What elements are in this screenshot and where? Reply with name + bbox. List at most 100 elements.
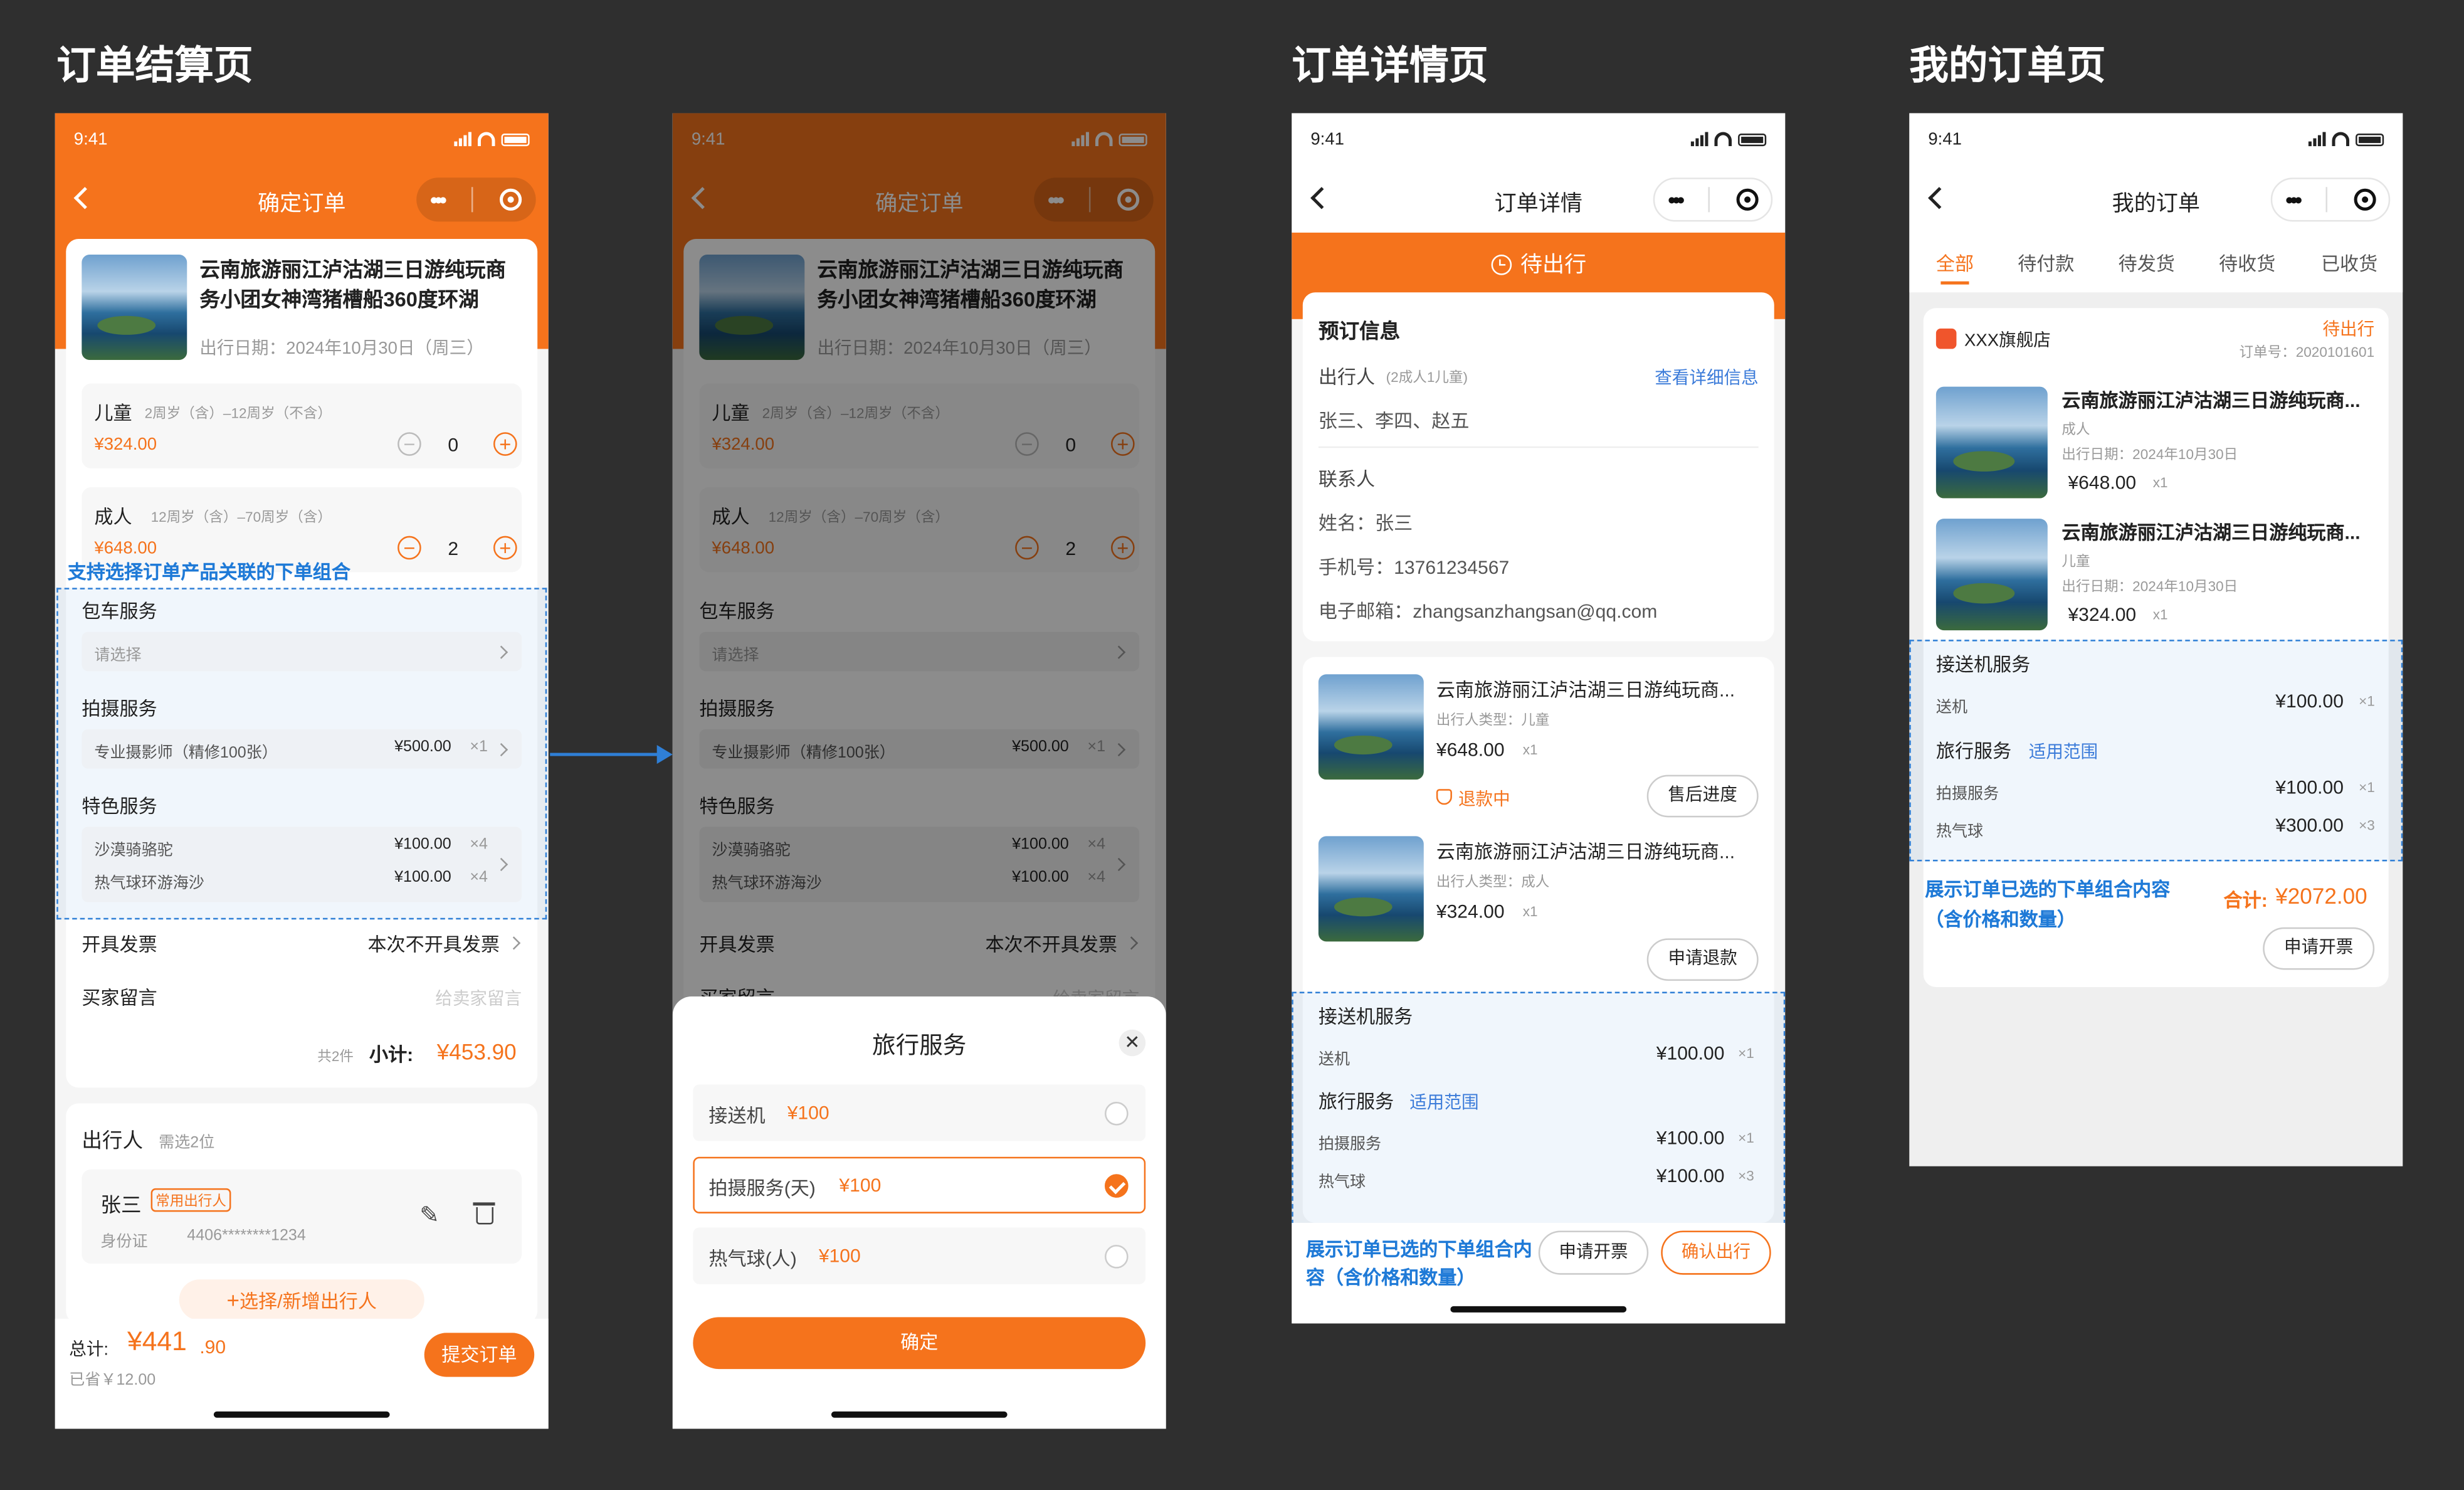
tab-all[interactable]: 全部 [1936, 250, 1974, 277]
more-icon[interactable]: ••• [430, 187, 447, 212]
plus-icon: + [226, 1287, 240, 1313]
balloon-price: ¥300.00 [2275, 814, 2344, 837]
radio-unchecked-icon [1104, 1245, 1129, 1269]
special-select[interactable]: 沙漠骑骆驼 ¥100.00 ×4 热气球环游海沙 ¥100.00 ×4 [82, 827, 522, 902]
more-icon[interactable]: ••• [2285, 187, 2302, 212]
home-indicator [213, 1411, 390, 1418]
traveler-card: 出行人 需选2位 张三 常用出行人 身份证 4406********1234 ✎… [66, 1103, 538, 1324]
signal-icon [2308, 132, 2326, 147]
invoice-button[interactable]: 申请开票 [2263, 927, 2375, 970]
adult-plus-button[interactable]: + [493, 536, 517, 560]
message-row[interactable]: 买家留言 给卖家留言 [66, 979, 537, 1017]
delete-icon[interactable] [476, 1207, 494, 1225]
order-status: 待出行 [1520, 251, 1587, 277]
tab-pending-ship[interactable]: 待发货 [2119, 250, 2175, 277]
option-balloon[interactable]: 热气球(人) ¥100 [693, 1227, 1146, 1284]
pickup-price: ¥100.00 [1656, 1042, 1725, 1064]
more-icon[interactable]: ••• [1668, 187, 1685, 212]
photo-qty: ×1 [1738, 1130, 1754, 1146]
photo-item: 专业摄影师（精修100张） [94, 745, 278, 763]
combo-annotation: 支持选择订单产品关联的下单组合 [67, 561, 350, 583]
radio-checked-icon [1104, 1174, 1129, 1198]
view-detail-link[interactable]: 查看详细信息 [1655, 364, 1758, 389]
refund-status: 退款中 [1458, 790, 1510, 810]
invoice-row[interactable]: 开具发票 本次不开具发票 [66, 926, 537, 963]
submit-button[interactable]: 提交订单 [424, 1333, 535, 1377]
item-qty: x1 [1522, 904, 1538, 920]
child-price: ¥324.00 [94, 435, 157, 455]
bottom-bar: 展示订单已选的下单组合内容（含价格和数量） 申请开票 确认出行 [1292, 1222, 1786, 1324]
add-traveler-button[interactable]: +选择/新增出行人 [179, 1279, 424, 1321]
item-qty: x1 [2152, 606, 2168, 623]
close-miniprogram-icon[interactable] [1735, 188, 1758, 211]
option-price: ¥100 [818, 1245, 861, 1267]
after-sales-button[interactable]: 售后进度 [1646, 774, 1759, 818]
option-label: 接送机 [708, 1104, 766, 1128]
subtotal-value: ¥453.90 [436, 1038, 517, 1064]
section-title-detail: 订单详情页 [1292, 44, 1488, 88]
sheet-title: 旅行服务 [872, 1032, 967, 1060]
item-qty: x1 [2152, 474, 2168, 490]
charter-select[interactable]: 请选择 [82, 631, 522, 672]
sheet-close-button[interactable]: ✕ [1119, 1029, 1146, 1057]
scope-link[interactable]: 适用范围 [1409, 1089, 1478, 1114]
chevron-right-icon [507, 936, 521, 950]
close-miniprogram-icon[interactable] [500, 188, 522, 211]
special-qty-1: ×4 [470, 836, 488, 853]
child-age: 2周岁（含）–12周岁（不含） [144, 405, 332, 421]
status-bar: 9:41 [55, 113, 549, 169]
store-name: XXX旗舰店 [1964, 331, 2051, 351]
photo-select[interactable]: 专业摄影师（精修100张） ¥500.00 ×1 [82, 729, 522, 769]
subtotal-label: 小计: [369, 1044, 414, 1066]
item-date: 出行日期：2024年10月30日 [2061, 446, 2238, 462]
option-price: ¥100 [839, 1174, 882, 1197]
status-time: 9:41 [73, 130, 108, 150]
tab-pending-pay[interactable]: 待付款 [2018, 250, 2074, 277]
child-minus-button[interactable]: − [398, 432, 421, 456]
child-plus-button[interactable]: + [493, 432, 517, 456]
order-card[interactable]: XXX旗舰店 待出行 订单号：2020101601 云南旅游丽江泸沽湖三日游纯玩… [1909, 308, 2403, 988]
bottom-bar: 总计: ¥441 .90 已省￥12.00 提交订单 [55, 1318, 549, 1429]
invoice-button[interactable]: 申请开票 [1538, 1230, 1649, 1275]
orders-phone: 9:41 我的订单 ••• 全部 待付款 待发货 待收货 已收货 XXX旗舰店 … [1909, 113, 2403, 1166]
refund-shield-icon [1436, 789, 1452, 805]
close-miniprogram-icon[interactable] [2353, 188, 2376, 211]
tab-received[interactable]: 已收货 [2321, 250, 2377, 277]
saved-amount: 已省￥12.00 [69, 1372, 156, 1390]
special-label: 特色服务 [82, 795, 157, 818]
sheet-confirm-button[interactable]: 确定 [693, 1317, 1146, 1370]
adult-minus-button[interactable]: − [398, 536, 421, 560]
wifi-icon [477, 132, 495, 147]
confirm-travel-button[interactable]: 确认出行 [1661, 1230, 1771, 1275]
invoice-value: 本次不开具发票 [367, 933, 500, 956]
product-title: 云南旅游丽江泸沽湖三日游纯玩商... [1436, 840, 1735, 864]
travel-date: 出行日期：2024年10月30日（周三） [199, 339, 484, 359]
message-placeholder: 给卖家留言 [435, 990, 522, 1010]
tab-pending-receive[interactable]: 待收货 [2219, 250, 2275, 277]
item-type: 儿童 [2061, 553, 2090, 569]
traveler-tag: 常用出行人 [150, 1188, 231, 1212]
child-label: 儿童 [94, 402, 132, 425]
special-qty-2: ×4 [470, 869, 488, 887]
item-date: 出行日期：2024年10月30日 [2061, 578, 2238, 594]
pickup-qty: ×1 [2359, 693, 2375, 709]
total-dec: .90 [199, 1336, 226, 1358]
child-qty: 0 [448, 433, 459, 456]
refund-button[interactable]: 申请退款 [1646, 938, 1759, 981]
charter-placeholder: 请选择 [94, 647, 142, 665]
add-traveler-label: 选择/新增出行人 [240, 1290, 377, 1313]
status-bar: 9:41 [1292, 113, 1785, 169]
product-image [1935, 519, 2048, 631]
scope-link[interactable]: 适用范围 [2029, 739, 2098, 764]
status-bar: 9:41 [1909, 113, 2403, 169]
item-price: ¥324.00 [1436, 901, 1505, 923]
edit-icon[interactable]: ✎ [419, 1201, 440, 1229]
special-item-1: 沙漠骑骆驼 [94, 842, 173, 860]
detail-annotation: 展示订单已选的下单组合内容（含价格和数量） [1305, 1239, 1532, 1289]
balloon-price: ¥100.00 [1656, 1165, 1725, 1187]
option-photo[interactable]: 拍摄服务(天) ¥100 [693, 1156, 1146, 1213]
total-label: 合计: [2223, 889, 2268, 912]
option-pickup[interactable]: 接送机 ¥100 [693, 1084, 1146, 1141]
contact-label: 联系人 [1318, 468, 1376, 490]
pickup-price: ¥100.00 [2275, 690, 2344, 712]
